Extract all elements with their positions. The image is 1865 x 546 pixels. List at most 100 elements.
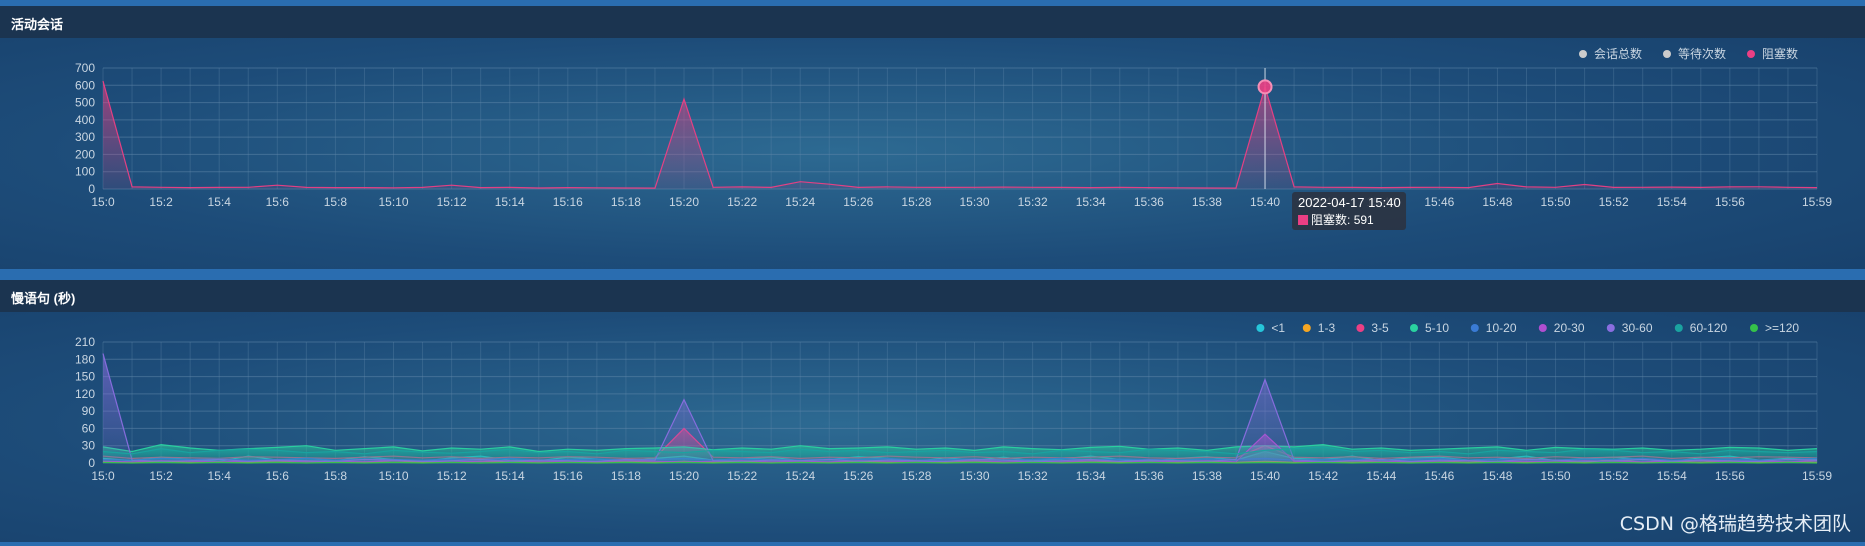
series-area (103, 81, 1817, 189)
legend-marker (1302, 324, 1311, 332)
x-tick-label: 15:20 (669, 195, 699, 209)
x-tick-label: 15:52 (1599, 469, 1629, 483)
x-tick-label: 15:26 (843, 469, 873, 483)
x-tick-label: 15:16 (553, 469, 583, 483)
active-sessions-panel: 活动会话 0 100 200 300 400 500 600 700 15:0 15:2 15:4 1… (0, 6, 1865, 269)
x-tick-label: 15:34 (1076, 195, 1106, 209)
legend-label: >=120 (1765, 321, 1799, 335)
x-tick-label: 15:8 (324, 195, 348, 209)
y-tick-label: 200 (75, 147, 95, 161)
x-tick-label: 15:6 (266, 469, 290, 483)
x-tick-label: 15:0 (91, 469, 115, 483)
x-tick-label: 15:32 (1018, 195, 1048, 209)
y-tick-label: 600 (75, 78, 95, 92)
y-tick-label: 150 (75, 370, 95, 384)
x-tick-label: 15:10 (378, 469, 408, 483)
tooltip-point (1257, 79, 1273, 95)
x-tick-label: 15:4 (208, 469, 232, 483)
x-tick-label: 15:10 (378, 195, 408, 209)
slow-statements-chart[interactable]: 0 30 60 90 120 150 180 210 15:0 15:2 15:4 15:6 15:8 1… (0, 280, 1865, 542)
x-tick-label: 15:40 (1250, 195, 1280, 209)
x-tick-label: 15:48 (1482, 195, 1512, 209)
legend-label: 20-30 (1554, 321, 1585, 335)
x-tick-label: 15:20 (669, 469, 699, 483)
x-tick-label: 15:4 (208, 195, 232, 209)
legend-label: 3-5 (1371, 321, 1389, 335)
x-tick-label: 15:32 (1018, 469, 1048, 483)
x-tick-label: 15:8 (324, 469, 348, 483)
legend-label: 等待次数 (1678, 46, 1726, 61)
y-tick-label: 210 (75, 335, 95, 349)
series-line (102, 353, 1818, 462)
legend-marker (1747, 50, 1755, 58)
x-tick-label: 15:52 (1599, 195, 1629, 209)
x-tick-label: 15:56 (1715, 195, 1745, 209)
x-tick-label: 15:38 (1192, 195, 1222, 209)
x-tick-label: 15:22 (727, 469, 757, 483)
legend-label: <1 (1271, 321, 1285, 335)
x-tick-label: 15:56 (1715, 469, 1745, 483)
legend-label: 60-120 (1690, 321, 1728, 335)
x-tick-label: 15:16 (553, 195, 583, 209)
x-tick-label: 15:18 (611, 195, 641, 209)
x-tick-label: 15:28 (901, 469, 931, 483)
legend-label: 30-60 (1622, 321, 1653, 335)
series-area (103, 353, 1817, 463)
x-tick-label: 15:36 (1134, 469, 1164, 483)
y-tick-label: 300 (75, 130, 95, 144)
y-tick-label: 60 (82, 421, 96, 435)
legend-label: 1-3 (1318, 321, 1336, 335)
x-tick-label: 15:42 (1308, 469, 1338, 483)
y-tick-label: 0 (88, 456, 95, 470)
y-tick-label: 180 (75, 352, 95, 366)
x-tick-label: 15:59 (1802, 195, 1832, 209)
x-tick-label: 15:54 (1657, 469, 1687, 483)
x-tick-label: 15:48 (1482, 469, 1512, 483)
x-tick-label: 15:22 (727, 195, 757, 209)
legend-marker (1538, 324, 1547, 332)
y-tick-label: 100 (75, 165, 95, 179)
active-sessions-chart[interactable]: 0 100 200 300 400 500 600 700 15:0 15:2 15:4 15:6 15… (0, 6, 1865, 269)
x-tick-label: 15:12 (437, 195, 467, 209)
y-tick-label: 0 (88, 182, 95, 196)
tooltip-marker (1298, 215, 1309, 225)
x-tick-label: 15:26 (843, 195, 873, 209)
x-tick-label: 15:24 (785, 195, 815, 209)
x-tick-label: 15:18 (611, 469, 641, 483)
x-tick-label: 15:2 (149, 469, 173, 483)
tooltip-value: 阻塞数: 591 (1311, 212, 1374, 227)
x-tick-label: 15:50 (1541, 195, 1571, 209)
y-tick-label: 700 (75, 61, 95, 75)
legend-label: 5-10 (1425, 321, 1449, 335)
legend-marker (1606, 324, 1615, 332)
x-tick-label: 15:34 (1076, 469, 1106, 483)
x-tick-label: 15:30 (960, 469, 990, 483)
x-tick-label: 15:24 (785, 469, 815, 483)
x-tick-label: 15:2 (149, 195, 173, 209)
x-tick-label: 15:14 (495, 195, 525, 209)
x-tick-label: 15:28 (901, 195, 931, 209)
legend-marker (1663, 50, 1671, 58)
y-tick-label: 30 (82, 439, 96, 453)
x-tick-label: 15:30 (960, 195, 990, 209)
legend-label: 阻塞数 (1762, 46, 1798, 61)
slow-statements-panel: 慢语句 (秒) 0 30 60 90 120 150 180 210 15:0 15:2 15:4 1… (0, 280, 1865, 542)
legend-label: 会话总数 (1594, 46, 1642, 61)
series-line (102, 461, 1818, 464)
x-tick-label: 15:14 (495, 469, 525, 483)
legend-marker (1356, 324, 1365, 332)
y-tick-label: 90 (82, 404, 96, 418)
legend-marker (1410, 324, 1418, 332)
x-tick-label: 15:46 (1424, 469, 1454, 483)
legend-marker (1579, 50, 1587, 58)
legend-label: 10-20 (1486, 321, 1517, 335)
legend-marker (1470, 324, 1479, 332)
y-tick-label: 120 (75, 387, 95, 401)
x-tick-label: 15:0 (91, 195, 115, 209)
x-tick-label: 15:44 (1366, 469, 1396, 483)
x-tick-label: 15:12 (437, 469, 467, 483)
x-tick-label: 15:6 (266, 195, 290, 209)
legend-marker (1750, 324, 1758, 332)
x-tick-label: 15:59 (1802, 469, 1832, 483)
y-tick-label: 500 (75, 96, 95, 110)
